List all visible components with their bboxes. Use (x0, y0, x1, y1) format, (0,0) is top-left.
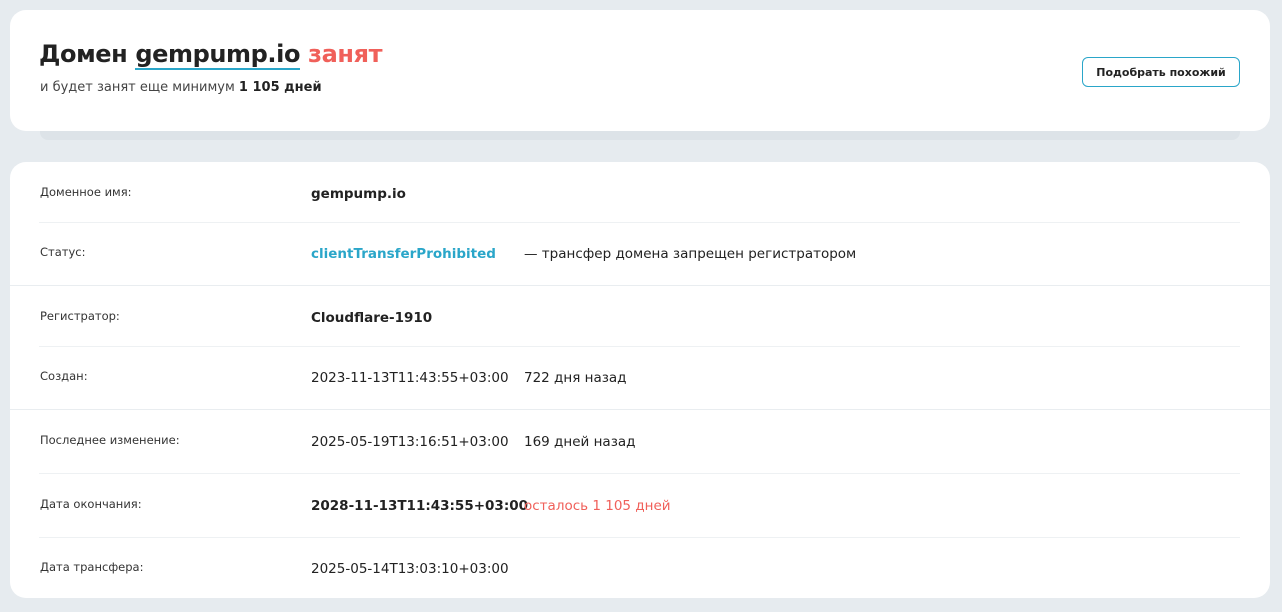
status-badge: занят (308, 40, 383, 68)
row-last-modified: Последнее изменение: 2025-05-19T13:16:51… (39, 432, 1240, 472)
last-modified-ago: 169 дней назад (524, 434, 636, 450)
status-link[interactable]: clientTransferProhibited (311, 246, 496, 262)
status-description: — трансфер домена запрещен регистратором (524, 246, 857, 262)
header-card-shadow (40, 131, 1240, 140)
created-ago: 722 дня назад (524, 370, 627, 386)
subtitle-days: 1 105 дней (238, 80, 322, 95)
created-value: 2023-11-13T11:43:55+03:00 (311, 370, 509, 386)
status-label: Статус: (40, 245, 86, 259)
row-created: Создан: 2023-11-13T11:43:55+03:00 722 дн… (39, 368, 1240, 408)
row-divider (39, 537, 1240, 538)
last-modified-label: Последнее изменение: (40, 433, 180, 447)
row-registrar: Регистратор: Cloudflare-1910 (39, 308, 1240, 348)
subtitle-prefix: и будет занят еще минимум (40, 80, 235, 95)
row-status: Статус: clientTransferProhibited — транс… (39, 244, 1240, 284)
title-domain: gempump.io (135, 40, 301, 70)
row-divider (39, 222, 1240, 223)
registrar-value: Cloudflare-1910 (311, 310, 433, 326)
page-title: Домен gempump.io занят (39, 40, 383, 70)
subtitle: и будет занят еще минимум 1 105 дней (40, 80, 322, 95)
title-prefix: Домен (39, 40, 128, 68)
registrar-label: Регистратор: (40, 309, 120, 323)
domain-name-label: Доменное имя: (40, 185, 132, 199)
domain-name-value: gempump.io (311, 186, 406, 202)
section-divider (10, 285, 1270, 286)
expiration-label: Дата окончания: (40, 497, 142, 511)
expiration-value: 2028-11-13T11:43:55+03:00 (311, 498, 529, 514)
find-similar-button[interactable]: Подобрать похожий (1082, 57, 1240, 87)
expiration-remaining: осталось 1 105 дней (524, 498, 671, 514)
transfer-date-label: Дата трансфера: (40, 560, 144, 574)
row-expiration: Дата окончания: 2028-11-13T11:43:55+03:0… (39, 496, 1240, 536)
transfer-date-value: 2025-05-14T13:03:10+03:00 (311, 561, 509, 577)
row-domain-name: Доменное имя: gempump.io (39, 184, 1240, 224)
domain-info-table: Доменное имя: gempump.io Статус: clientT… (10, 162, 1270, 598)
row-divider (39, 346, 1240, 347)
row-transfer-date: Дата трансфера: 2025-05-14T13:03:10+03:0… (39, 559, 1240, 599)
last-modified-value: 2025-05-19T13:16:51+03:00 (311, 434, 509, 450)
section-divider (10, 409, 1270, 410)
domain-status-card: Домен gempump.io занят и будет занят еще… (10, 10, 1270, 131)
row-divider (39, 473, 1240, 474)
created-label: Создан: (40, 369, 88, 383)
